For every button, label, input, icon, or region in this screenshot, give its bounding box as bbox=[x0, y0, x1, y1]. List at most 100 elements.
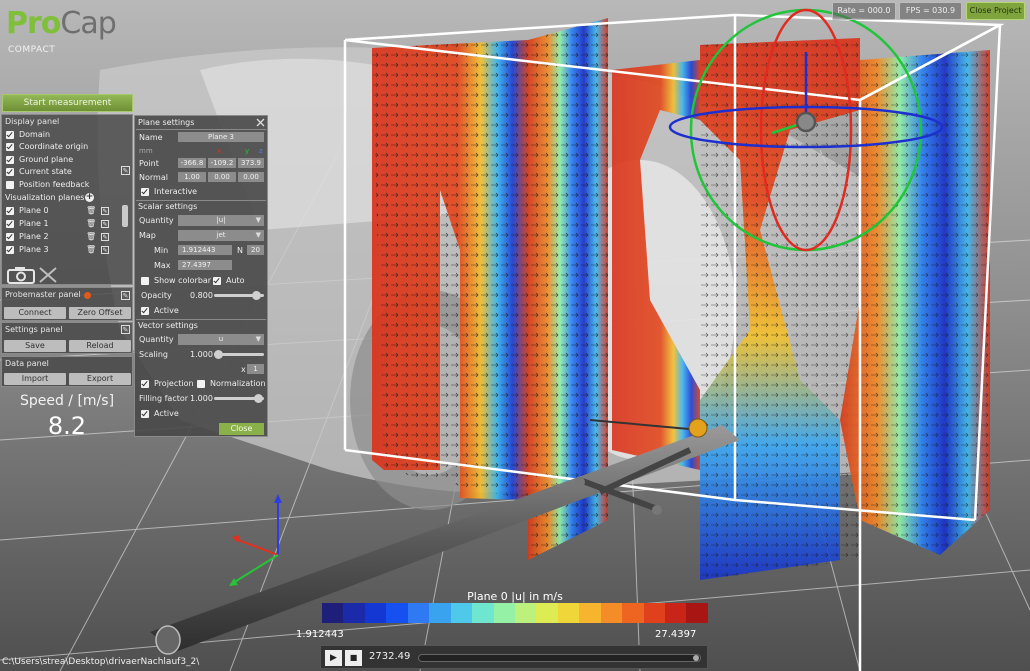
plane-item-1[interactable]: Plane 1 🗑 ✎ bbox=[6, 219, 116, 228]
n-label: N bbox=[237, 246, 243, 255]
name-label: Name bbox=[139, 133, 163, 142]
logo-cap: Cap bbox=[60, 6, 116, 41]
projection-toggle[interactable]: Projection bbox=[141, 379, 194, 388]
edit-icon[interactable]: ✎ bbox=[121, 166, 130, 175]
divider bbox=[136, 319, 266, 320]
start-measurement-button[interactable]: Start measurement bbox=[2, 94, 133, 112]
current-state-checkbox[interactable] bbox=[6, 167, 14, 176]
scalar-active-toggle[interactable]: Active bbox=[141, 306, 179, 315]
vector-active-toggle[interactable]: Active bbox=[141, 409, 179, 418]
domain-checkbox[interactable] bbox=[6, 130, 14, 139]
colormap-select[interactable]: jet ▼ bbox=[178, 230, 264, 241]
display-item-coordinate-origin[interactable]: Coordinate origin bbox=[6, 142, 88, 151]
display-item-label: Position feedback bbox=[19, 180, 90, 189]
position-feedback-checkbox[interactable] bbox=[6, 180, 14, 189]
vector-active-checkbox[interactable] bbox=[141, 409, 149, 418]
zero-offset-button[interactable]: Zero Offset bbox=[69, 307, 131, 319]
save-button[interactable]: Save bbox=[4, 340, 66, 352]
interactive-checkbox[interactable] bbox=[141, 187, 149, 196]
trash-icon[interactable]: 🗑 bbox=[86, 206, 96, 215]
edit-icon[interactable]: ✎ bbox=[101, 206, 109, 215]
projection-checkbox[interactable] bbox=[141, 379, 149, 388]
show-colorbar-checkbox[interactable] bbox=[141, 276, 149, 285]
normalization-toggle[interactable]: Normalization bbox=[197, 379, 266, 388]
chevron-down-icon: ▼ bbox=[255, 231, 261, 239]
colorbar-swatch bbox=[536, 603, 558, 623]
scaling-slider[interactable] bbox=[214, 350, 264, 359]
display-item-ground-plane[interactable]: Ground plane bbox=[6, 155, 73, 164]
edit-icon[interactable]: ✎ bbox=[101, 232, 109, 241]
x-multiplier-input[interactable]: 1 bbox=[247, 364, 264, 374]
slider-knob[interactable] bbox=[252, 291, 261, 300]
edit-icon[interactable]: ✎ bbox=[101, 245, 109, 254]
slider-knob[interactable] bbox=[254, 394, 263, 403]
colorbar-max: 27.4397 bbox=[655, 629, 697, 640]
min-input[interactable]: 1.912443 bbox=[178, 245, 232, 255]
play-button[interactable]: ▶ bbox=[325, 650, 342, 666]
opacity-slider[interactable] bbox=[214, 291, 264, 300]
min-label: Min bbox=[154, 246, 169, 255]
trash-icon[interactable]: 🗑 bbox=[86, 219, 96, 228]
plane-item-2[interactable]: Plane 2 🗑 ✎ bbox=[6, 232, 116, 241]
slider-knob[interactable] bbox=[214, 350, 223, 359]
display-item-position-feedback[interactable]: Position feedback bbox=[6, 180, 89, 189]
normalization-label: Normalization bbox=[210, 379, 266, 388]
point-y-input[interactable]: -109.2 bbox=[208, 158, 236, 168]
reload-button[interactable]: Reload bbox=[69, 340, 131, 352]
edit-icon[interactable]: ✎ bbox=[121, 291, 130, 300]
close-project-button[interactable]: Close Project bbox=[966, 2, 1025, 20]
max-input[interactable]: 27.4397 bbox=[178, 260, 232, 270]
plane-visible-checkbox[interactable] bbox=[6, 245, 14, 254]
scalar-active-checkbox[interactable] bbox=[141, 306, 149, 315]
point-z-input[interactable]: 373.9 bbox=[238, 158, 264, 168]
stop-button[interactable]: ■ bbox=[345, 650, 362, 666]
n-input[interactable]: 20 bbox=[247, 245, 264, 255]
auto-toggle[interactable]: Auto bbox=[213, 276, 245, 285]
vector-quantity-select[interactable]: u ▼ bbox=[178, 334, 264, 345]
export-button[interactable]: Export bbox=[69, 373, 131, 385]
add-plane-icon[interactable]: + bbox=[85, 193, 94, 202]
playback-slider[interactable] bbox=[418, 654, 701, 662]
slider-knob[interactable] bbox=[693, 655, 699, 661]
trash-icon[interactable]: 🗑 bbox=[86, 232, 96, 241]
trash-icon[interactable]: 🗑 bbox=[86, 245, 96, 254]
playback-bar: ▶ ■ 2732.49 bbox=[320, 645, 708, 669]
edit-icon[interactable]: ✎ bbox=[121, 325, 130, 334]
plane-item-3[interactable]: Plane 3 🗑 ✎ bbox=[6, 245, 116, 254]
colorbar-swatch bbox=[450, 603, 473, 623]
logo-pro: Pro bbox=[6, 6, 61, 41]
plane-list-scrollbar[interactable] bbox=[122, 205, 128, 227]
normal-z-input[interactable]: 0.00 bbox=[238, 172, 264, 182]
camera-icon[interactable] bbox=[7, 266, 35, 284]
close-dialog-button[interactable]: Close bbox=[219, 423, 264, 435]
plane-visible-checkbox[interactable] bbox=[6, 206, 14, 215]
plane-visible-checkbox[interactable] bbox=[6, 232, 14, 241]
interactive-toggle[interactable]: Interactive bbox=[141, 187, 197, 196]
auto-checkbox[interactable] bbox=[213, 276, 221, 285]
normal-x-input[interactable]: 1.00 bbox=[178, 172, 206, 182]
close-icon[interactable] bbox=[256, 118, 265, 127]
rate-readout: Rate = 000.0 bbox=[832, 2, 896, 20]
coordinate-origin-checkbox[interactable] bbox=[6, 142, 14, 151]
normalization-checkbox[interactable] bbox=[197, 379, 205, 388]
ground-plane-checkbox[interactable] bbox=[6, 155, 14, 164]
close-x-icon[interactable] bbox=[38, 266, 58, 284]
plane-name-input[interactable]: Plane 3 bbox=[178, 132, 264, 142]
chevron-down-icon: ▼ bbox=[255, 216, 261, 224]
show-colorbar-toggle[interactable]: Show colorbar bbox=[141, 276, 211, 285]
display-item-domain[interactable]: Domain bbox=[6, 130, 50, 139]
plane-item-0[interactable]: Plane 0 🗑 ✎ bbox=[6, 206, 116, 215]
auto-label: Auto bbox=[226, 276, 245, 285]
import-button[interactable]: Import bbox=[4, 373, 66, 385]
display-item-current-state[interactable]: Current state bbox=[6, 167, 72, 176]
plane-visible-checkbox[interactable] bbox=[6, 219, 14, 228]
point-x-input[interactable]: -366.8 bbox=[178, 158, 206, 168]
probemaster-panel-title: Probemaster panel bbox=[5, 290, 81, 299]
filling-factor-value: 1.000 bbox=[190, 394, 213, 403]
scalar-quantity-select[interactable]: |u| ▼ bbox=[178, 215, 264, 226]
filling-factor-slider[interactable] bbox=[214, 394, 264, 403]
connect-button[interactable]: Connect bbox=[4, 307, 66, 319]
normal-y-input[interactable]: 0.00 bbox=[208, 172, 236, 182]
colormap-label: Map bbox=[139, 231, 156, 240]
edit-icon[interactable]: ✎ bbox=[101, 219, 109, 228]
